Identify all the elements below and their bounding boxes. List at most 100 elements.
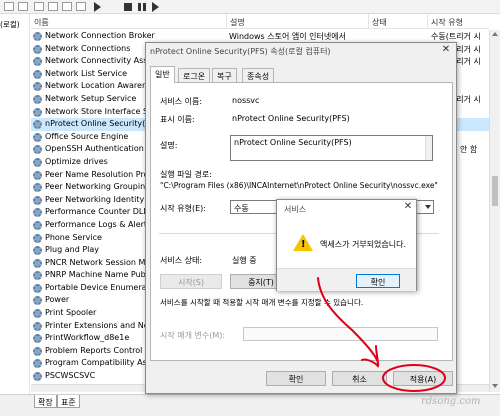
service-name-value: nossvc (232, 96, 260, 105)
gear-icon (33, 321, 42, 331)
service-name: Phone Service (45, 232, 102, 242)
description-scrollbar[interactable] (425, 136, 432, 160)
gear-icon (33, 183, 42, 193)
service-startup-type: 안 함 (460, 145, 478, 155)
gear-icon (33, 57, 42, 67)
stop-service-icon[interactable] (124, 3, 132, 11)
access-denied-popup: 서비스 ✕ ! 액세스가 거부되었습니다. 확인 (276, 199, 417, 291)
column-header-description[interactable]: 설명 (227, 14, 368, 29)
display-name-label: 표시 이름: (160, 115, 195, 124)
start-params-hint: 서비스를 시작할 때 적용할 시작 매개 변수를 지정할 수 있습니다. (160, 298, 364, 307)
tab-logon[interactable]: 로그온 (178, 68, 211, 82)
gear-icon (33, 94, 42, 104)
warning-icon-mark: ! (301, 239, 306, 250)
gear-icon (33, 132, 42, 142)
startup-type-label: 시작 유형(E): (160, 204, 206, 213)
console-tree: (로컬) (0, 14, 30, 398)
tab-extended[interactable]: 확장 (34, 395, 57, 408)
start-service-icon[interactable] (94, 2, 101, 12)
gear-icon (33, 107, 42, 117)
service-name: Network Connections (45, 43, 131, 53)
restart-service-icon[interactable] (152, 2, 159, 12)
popup-ok-button[interactable]: 확인 (356, 274, 400, 288)
exe-path-label: 실행 파일 경로: (160, 170, 212, 179)
service-name-label: 서비스 이름: (160, 97, 203, 106)
service-name: Office Source Engine (45, 131, 129, 141)
description-box[interactable]: nProtect Online Security(PFS) (230, 135, 433, 161)
start-params-input[interactable] (243, 327, 438, 341)
dialog-title: nProtect Online Security(PFS) 속성(로컬 컴퓨터) (150, 47, 331, 56)
column-header-status[interactable]: 상태 (369, 14, 427, 29)
exe-path-value: "C:\Program Files (x86)\INCAInternet\nPr… (160, 181, 438, 190)
service-status-label: 서비스 상태: (160, 256, 203, 265)
apply-button[interactable]: 적용(A) (393, 371, 453, 386)
service-description: Windows 스토어 앱이 인터넷에서 (229, 32, 346, 41)
popup-title: 서비스 (284, 205, 307, 214)
gear-icon (33, 145, 42, 155)
service-name: Optimize drives (45, 156, 108, 166)
service-name: Performance Logs & Alerts (45, 219, 152, 229)
gear-icon (33, 170, 42, 180)
tab-general[interactable]: 일반 (150, 66, 175, 83)
gear-icon (33, 334, 42, 344)
console-tree-icon[interactable] (34, 2, 44, 11)
vertical-scrollbar[interactable] (489, 30, 500, 392)
gear-icon (33, 157, 42, 167)
popup-close-icon[interactable]: ✕ (401, 201, 415, 213)
gear-icon (33, 120, 42, 130)
dialog-close-icon[interactable]: ✕ (437, 43, 455, 57)
help-icon[interactable] (76, 2, 86, 11)
popup-footer: 확인 (277, 268, 416, 291)
service-name: PrintWorkflow_d8e1e (45, 333, 130, 343)
display-name-value: nProtect Online Security(PFS) (232, 114, 350, 123)
service-name: Network Setup Service (45, 93, 137, 103)
service-name: Portable Device Enumerator (45, 282, 158, 292)
toolbar (0, 0, 500, 14)
service-status-value: 실행 중 (232, 256, 257, 265)
scroll-down-icon[interactable] (492, 384, 498, 388)
gear-icon (33, 246, 42, 256)
cancel-button[interactable]: 취소 (332, 371, 387, 386)
startup-type-value: 수동 (234, 204, 249, 213)
gear-icon (33, 32, 42, 41)
gear-icon (33, 208, 42, 218)
service-name: Power (45, 295, 70, 305)
status-bar (0, 408, 500, 416)
pause-service-icon[interactable] (138, 3, 146, 11)
gear-icon (33, 283, 42, 293)
scroll-thumb[interactable] (492, 176, 498, 206)
gear-icon (33, 372, 42, 382)
forward-icon[interactable] (18, 2, 28, 11)
chevron-down-icon (425, 205, 431, 209)
scroll-up-icon[interactable] (492, 32, 498, 36)
gear-icon (33, 82, 42, 92)
service-name: PSCWSCSVC (45, 371, 96, 381)
ok-button[interactable]: 확인 (266, 371, 326, 386)
column-header-startup[interactable]: 시작 유형 (428, 14, 489, 29)
gear-icon (33, 258, 42, 268)
refresh-icon[interactable] (62, 2, 72, 11)
description-value: nProtect Online Security(PFS) (234, 138, 352, 147)
start-params-label: 시작 매개 변수(M): (160, 331, 226, 340)
service-name: Network Location Awareness (45, 81, 161, 91)
back-icon[interactable] (4, 2, 14, 11)
tab-recovery[interactable]: 복구 (212, 68, 237, 82)
service-name: Peer Networking Grouping (45, 182, 151, 192)
gear-icon (33, 44, 42, 54)
column-header-name[interactable]: 이름 (31, 14, 226, 29)
service-name: Network Connection Broker (45, 31, 155, 40)
gear-icon (33, 296, 42, 306)
tree-item-local[interactable]: (로컬) (0, 19, 20, 30)
gear-icon (33, 346, 42, 356)
properties-icon[interactable] (48, 2, 58, 11)
tab-standard[interactable]: 표준 (57, 395, 80, 408)
start-button[interactable]: 시작(S) (160, 274, 222, 289)
gear-icon (33, 69, 42, 79)
watermark: rdsong.com (421, 396, 481, 407)
tab-dependencies[interactable]: 종속성 (242, 68, 275, 82)
description-label: 설명: (160, 141, 178, 150)
gear-icon (33, 195, 42, 205)
service-name: Plug and Play (45, 245, 100, 255)
gear-icon (33, 233, 42, 243)
service-row[interactable]: Network Connection Broker Windows 스토어 앱이 … (31, 30, 491, 43)
